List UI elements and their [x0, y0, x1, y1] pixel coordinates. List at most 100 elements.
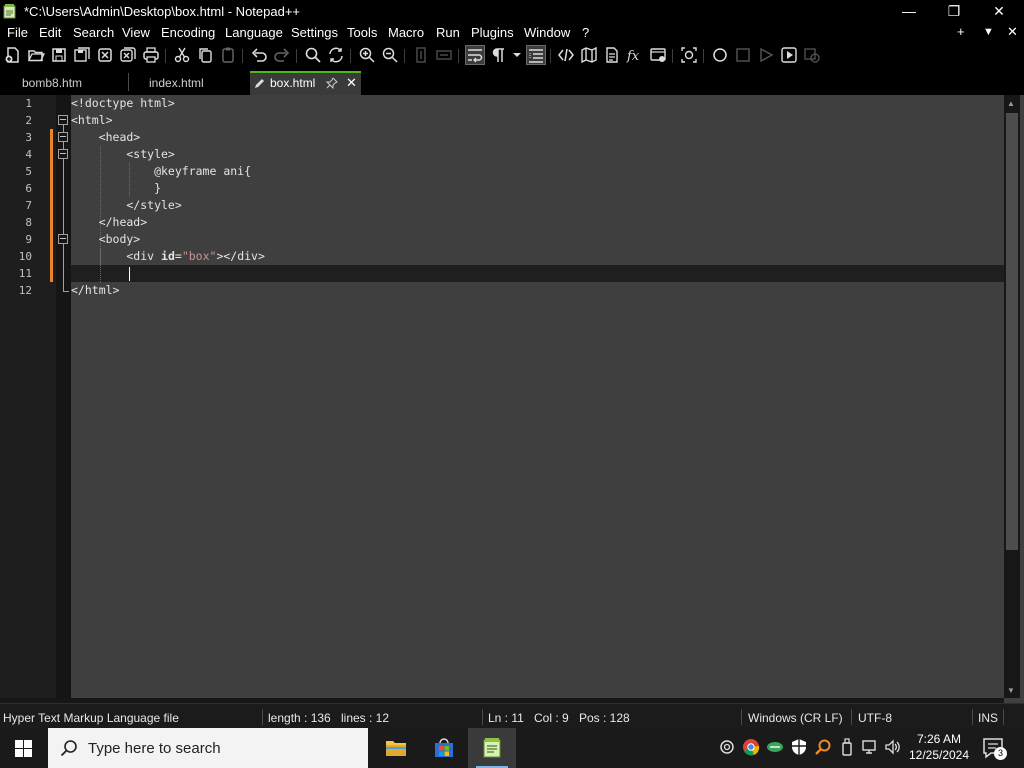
sync-vertical-icon[interactable] — [412, 46, 430, 64]
taskbar-search-box[interactable]: Type here to search — [48, 728, 368, 768]
new-tab-button[interactable]: + — [957, 24, 965, 39]
code-line: </head> — [71, 215, 148, 229]
notepad-plus-plus-taskbar-button[interactable] — [468, 728, 516, 768]
save-icon[interactable] — [50, 46, 68, 64]
pin-icon[interactable] — [326, 77, 338, 89]
xml-tag-icon[interactable] — [557, 46, 575, 64]
record-macro-icon[interactable] — [711, 46, 729, 64]
print-icon[interactable] — [142, 46, 160, 64]
close-all-icon[interactable] — [119, 46, 137, 64]
menu-help[interactable]: ? — [582, 25, 589, 40]
security-shield-tray-icon[interactable] — [790, 738, 808, 756]
monitoring-icon[interactable] — [680, 46, 698, 64]
volume-tray-icon[interactable] — [884, 738, 902, 756]
menu-encoding[interactable]: Encoding — [161, 25, 215, 40]
chrome-tray-icon[interactable] — [742, 738, 760, 756]
run-macro-multiple-icon[interactable] — [780, 46, 798, 64]
notepad-plus-plus-icon — [3, 4, 16, 19]
usb-device-tray-icon[interactable] — [838, 738, 856, 756]
menu-run[interactable]: Run — [436, 25, 460, 40]
menu-window[interactable]: Window — [524, 25, 570, 40]
status-separator — [482, 709, 483, 725]
open-file-icon[interactable] — [27, 46, 45, 64]
restore-button[interactable]: ❐ — [931, 0, 977, 23]
search-orange-tray-icon[interactable] — [814, 738, 832, 756]
text-caret — [129, 267, 130, 281]
find-icon[interactable] — [304, 46, 322, 64]
menu-language[interactable]: Language — [225, 25, 283, 40]
word-wrap-icon[interactable] — [465, 45, 485, 65]
show-all-characters-icon[interactable] — [490, 46, 508, 64]
menu-macro[interactable]: Macro — [388, 25, 424, 40]
fold-collapse-icon[interactable] — [58, 115, 68, 125]
close-tab-icon[interactable]: ✕ — [346, 73, 357, 93]
play-macro-icon[interactable] — [757, 46, 775, 64]
menu-view[interactable]: View — [122, 25, 150, 40]
tab-label: index.html — [149, 76, 204, 90]
status-separator — [741, 709, 742, 725]
network-sync-tray-icon[interactable] — [766, 738, 784, 756]
search-icon — [60, 740, 77, 757]
new-file-icon[interactable] — [4, 46, 22, 64]
status-separator — [851, 709, 852, 725]
window-title: *C:\Users\Admin\Desktop\box.html - Notep… — [24, 4, 301, 19]
scroll-thumb[interactable] — [1006, 113, 1018, 550]
cut-icon[interactable] — [173, 46, 191, 64]
fold-collapse-icon[interactable] — [58, 234, 68, 244]
minimize-button[interactable]: — — [886, 0, 932, 23]
close-button[interactable]: ✕ — [976, 0, 1022, 23]
chevron-down-icon[interactable] — [508, 46, 521, 64]
status-bar: Hyper Text Markup Language file length :… — [0, 703, 1024, 728]
close-file-icon[interactable] — [96, 46, 114, 64]
status-encoding[interactable]: UTF-8 — [858, 711, 892, 725]
save-all-icon[interactable] — [73, 46, 91, 64]
scroll-up-icon[interactable]: ▲ — [1007, 99, 1015, 108]
menu-settings[interactable]: Settings — [291, 25, 338, 40]
notepad-plus-plus-icon — [483, 738, 501, 758]
zoom-out-icon[interactable] — [381, 46, 399, 64]
menu-edit[interactable]: Edit — [39, 25, 61, 40]
settings-tray-icon[interactable] — [718, 738, 736, 756]
copy-icon[interactable] — [196, 46, 214, 64]
scroll-down-icon[interactable]: ▼ — [1007, 686, 1015, 695]
redo-icon[interactable] — [273, 46, 291, 64]
status-insert-mode[interactable]: INS — [978, 711, 998, 725]
toolbar-separator — [458, 49, 459, 63]
tab-box[interactable]: box.html ✕ — [250, 71, 361, 95]
tab-bomb8[interactable]: bomb8.htm — [2, 71, 128, 95]
status-length: length : 136 — [268, 711, 331, 725]
function-list-icon[interactable]: fx — [626, 46, 644, 64]
sync-horizontal-icon[interactable] — [435, 46, 453, 64]
editor-area[interactable]: 1 2 3 4 5 6 7 8 9 10 11 12 <!doctype htm… — [0, 95, 1024, 703]
menu-file[interactable]: File — [7, 25, 28, 40]
search-placeholder: Type here to search — [88, 740, 221, 757]
undo-icon[interactable] — [250, 46, 268, 64]
document-list-icon[interactable] — [603, 46, 621, 64]
replace-icon[interactable] — [327, 46, 345, 64]
status-eol[interactable]: Windows (CR LF) — [748, 711, 843, 725]
save-macro-icon[interactable] — [803, 46, 821, 64]
stop-macro-icon[interactable] — [734, 46, 752, 64]
vertical-scrollbar[interactable]: ▲ ▼ — [1004, 95, 1020, 698]
menu-plugins[interactable]: Plugins — [471, 25, 514, 40]
fold-collapse-icon[interactable] — [58, 132, 68, 142]
fold-collapse-icon[interactable] — [58, 149, 68, 159]
close-document-button[interactable]: ✕ — [1007, 24, 1018, 40]
toolbar-separator — [350, 49, 351, 63]
zoom-in-icon[interactable] — [358, 46, 376, 64]
microsoft-store-button[interactable] — [420, 728, 468, 768]
network-tray-icon[interactable] — [861, 738, 879, 756]
folder-workspace-icon[interactable] — [649, 46, 667, 64]
document-map-icon[interactable] — [580, 46, 598, 64]
tab-index[interactable]: index.html — [129, 71, 249, 95]
tab-list-button[interactable]: ▼ — [983, 26, 994, 38]
line-number: 5 — [25, 165, 32, 178]
start-button[interactable] — [0, 728, 48, 768]
system-clock[interactable]: 7:26 AM 12/25/2024 — [906, 731, 972, 763]
file-explorer-button[interactable] — [371, 728, 419, 768]
paste-icon[interactable] — [219, 46, 237, 64]
indent-guide-icon[interactable] — [526, 45, 546, 65]
menu-search[interactable]: Search — [73, 25, 114, 40]
status-separator — [1003, 709, 1004, 725]
menu-tools[interactable]: Tools — [347, 25, 377, 40]
